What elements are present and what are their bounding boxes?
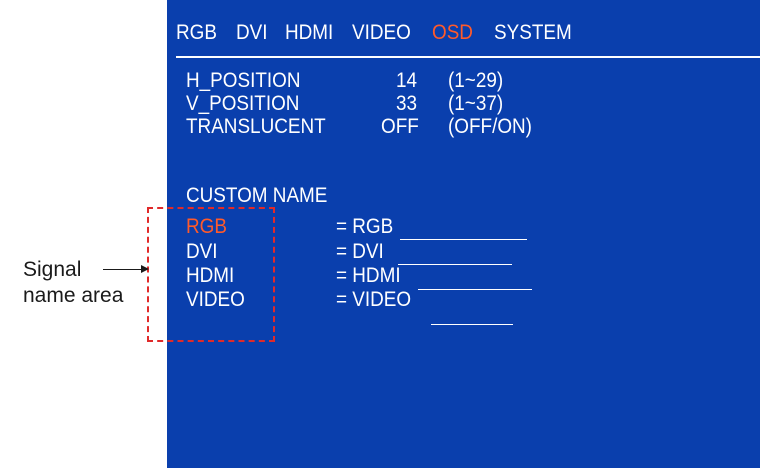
tab-hdmi[interactable]: HDMI <box>285 22 333 44</box>
setting-v-position-value[interactable]: 33 <box>396 93 417 115</box>
setting-translucent-range: (OFF/ON) <box>448 115 532 138</box>
setting-h-position-range: (1~29) <box>448 69 504 92</box>
tab-system[interactable]: SYSTEM <box>494 22 572 44</box>
setting-v-position-label[interactable]: V_POSITION <box>186 93 299 115</box>
custom-name-hdmi-underline <box>418 289 532 290</box>
tab-divider <box>176 56 760 58</box>
setting-v-position-range: (1~37) <box>448 92 504 115</box>
custom-name-hdmi-field[interactable]: = HDMI <box>336 265 401 287</box>
tab-osd[interactable]: OSD <box>432 22 473 44</box>
callout-label-line1: Signal <box>23 258 82 281</box>
custom-name-dvi-field[interactable]: = DVI <box>336 241 384 263</box>
tab-rgb[interactable]: RGB <box>176 22 217 44</box>
callout-label-line2: name area <box>23 284 124 307</box>
setting-translucent-label[interactable]: TRANSLUCENT <box>186 116 326 138</box>
tab-dvi[interactable]: DVI <box>236 22 268 44</box>
setting-h-position-label[interactable]: H_POSITION <box>186 70 300 92</box>
custom-name-video-underline <box>431 324 513 325</box>
tab-video[interactable]: VIDEO <box>352 22 411 44</box>
signal-name-area-highlight <box>147 207 275 342</box>
custom-name-video-field[interactable]: = VIDEO <box>336 289 411 311</box>
custom-name-heading: CUSTOM NAME <box>186 184 328 207</box>
callout-arrow-head-icon <box>141 265 149 273</box>
custom-name-dvi-underline <box>398 264 512 265</box>
setting-h-position-value[interactable]: 14 <box>396 70 417 92</box>
custom-name-rgb-underline <box>400 239 527 240</box>
callout-arrow-line <box>103 269 143 270</box>
setting-translucent-value[interactable]: OFF <box>381 116 419 138</box>
custom-name-rgb-field[interactable]: = RGB <box>336 216 393 238</box>
